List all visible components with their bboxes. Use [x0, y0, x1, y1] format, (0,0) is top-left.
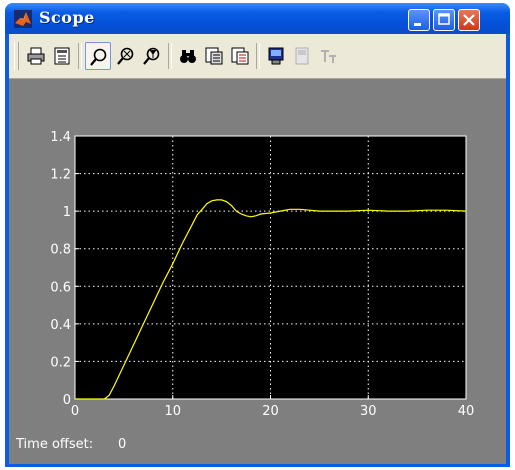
- lock-axes-icon: [295, 47, 309, 65]
- y-tick-label: 0.2: [50, 355, 71, 370]
- minimize-icon: [414, 23, 421, 26]
- title-bar[interactable]: Scope: [5, 3, 510, 34]
- toolbar-separator: [168, 43, 172, 69]
- autoscale-button[interactable]: [175, 42, 201, 70]
- signal-selection-icon: [321, 50, 336, 63]
- plot-region: 0 10 20 30 40 0 0.2 0.4 0.6 0.8 1 1.2 1.4: [9, 79, 506, 469]
- zoom-icon: [90, 48, 107, 66]
- y-tick-label: 0.4: [50, 318, 71, 333]
- restore-axes-icon: [231, 47, 249, 65]
- autoscale-icon: [180, 50, 196, 63]
- save-axes-icon: [205, 47, 223, 65]
- x-tick-label: 40: [458, 404, 475, 419]
- lock-axes-button[interactable]: [289, 42, 315, 70]
- floating-scope-icon: [268, 47, 284, 65]
- scope-plot[interactable]: 0 10 20 30 40 0 0.2 0.4 0.6 0.8 1 1.2 1.4: [9, 79, 506, 464]
- floating-scope-button[interactable]: [263, 42, 289, 70]
- y-tick-label: 1.2: [50, 168, 71, 183]
- zoom-x-icon: [117, 47, 134, 65]
- zoom-button[interactable]: [85, 42, 111, 70]
- matlab-logo-icon: [14, 10, 32, 28]
- toolbar: [9, 34, 506, 79]
- zoom-y-icon: [143, 47, 160, 65]
- print-button[interactable]: [23, 42, 49, 70]
- time-offset-value: 0: [118, 437, 127, 452]
- close-button[interactable]: [458, 9, 480, 31]
- scope-window: Scope 0 10 20 30 40 0 0.2 0.4 0.6 0.8 1 …: [5, 3, 510, 467]
- window-title: Scope: [39, 8, 95, 27]
- parameters-icon: [54, 47, 70, 65]
- minimize-button[interactable]: [408, 9, 430, 31]
- zoom-x-button[interactable]: [113, 42, 139, 70]
- y-tick-label: 1.4: [50, 130, 71, 145]
- zoom-y-button[interactable]: [139, 42, 165, 70]
- signal-selection-button[interactable]: [315, 42, 341, 70]
- x-tick-label: 20: [262, 404, 279, 419]
- parameters-button[interactable]: [49, 42, 75, 70]
- x-tick-label: 30: [360, 404, 377, 419]
- print-icon: [27, 47, 45, 65]
- scope-client-area: 0 10 20 30 40 0 0.2 0.4 0.6 0.8 1 1.2 1.4 Time offse…: [9, 34, 506, 464]
- maximize-icon: [438, 13, 450, 25]
- close-icon: [463, 14, 475, 26]
- toolbar-separator: [256, 43, 260, 69]
- restore-axes-button[interactable]: [227, 42, 253, 70]
- toolbar-separator: [78, 43, 82, 69]
- y-tick-label: 1: [63, 205, 71, 220]
- x-tick-label: 0: [71, 404, 79, 419]
- y-tick-label: 0.8: [50, 243, 71, 258]
- save-axes-button[interactable]: [201, 42, 227, 70]
- maximize-button[interactable]: [433, 9, 455, 31]
- time-offset-label: Time offset:: [16, 437, 94, 452]
- x-tick-label: 10: [164, 404, 181, 419]
- y-tick-label: 0: [63, 393, 71, 408]
- y-tick-label: 0.6: [50, 280, 71, 295]
- toolbar-grip[interactable]: [14, 42, 19, 70]
